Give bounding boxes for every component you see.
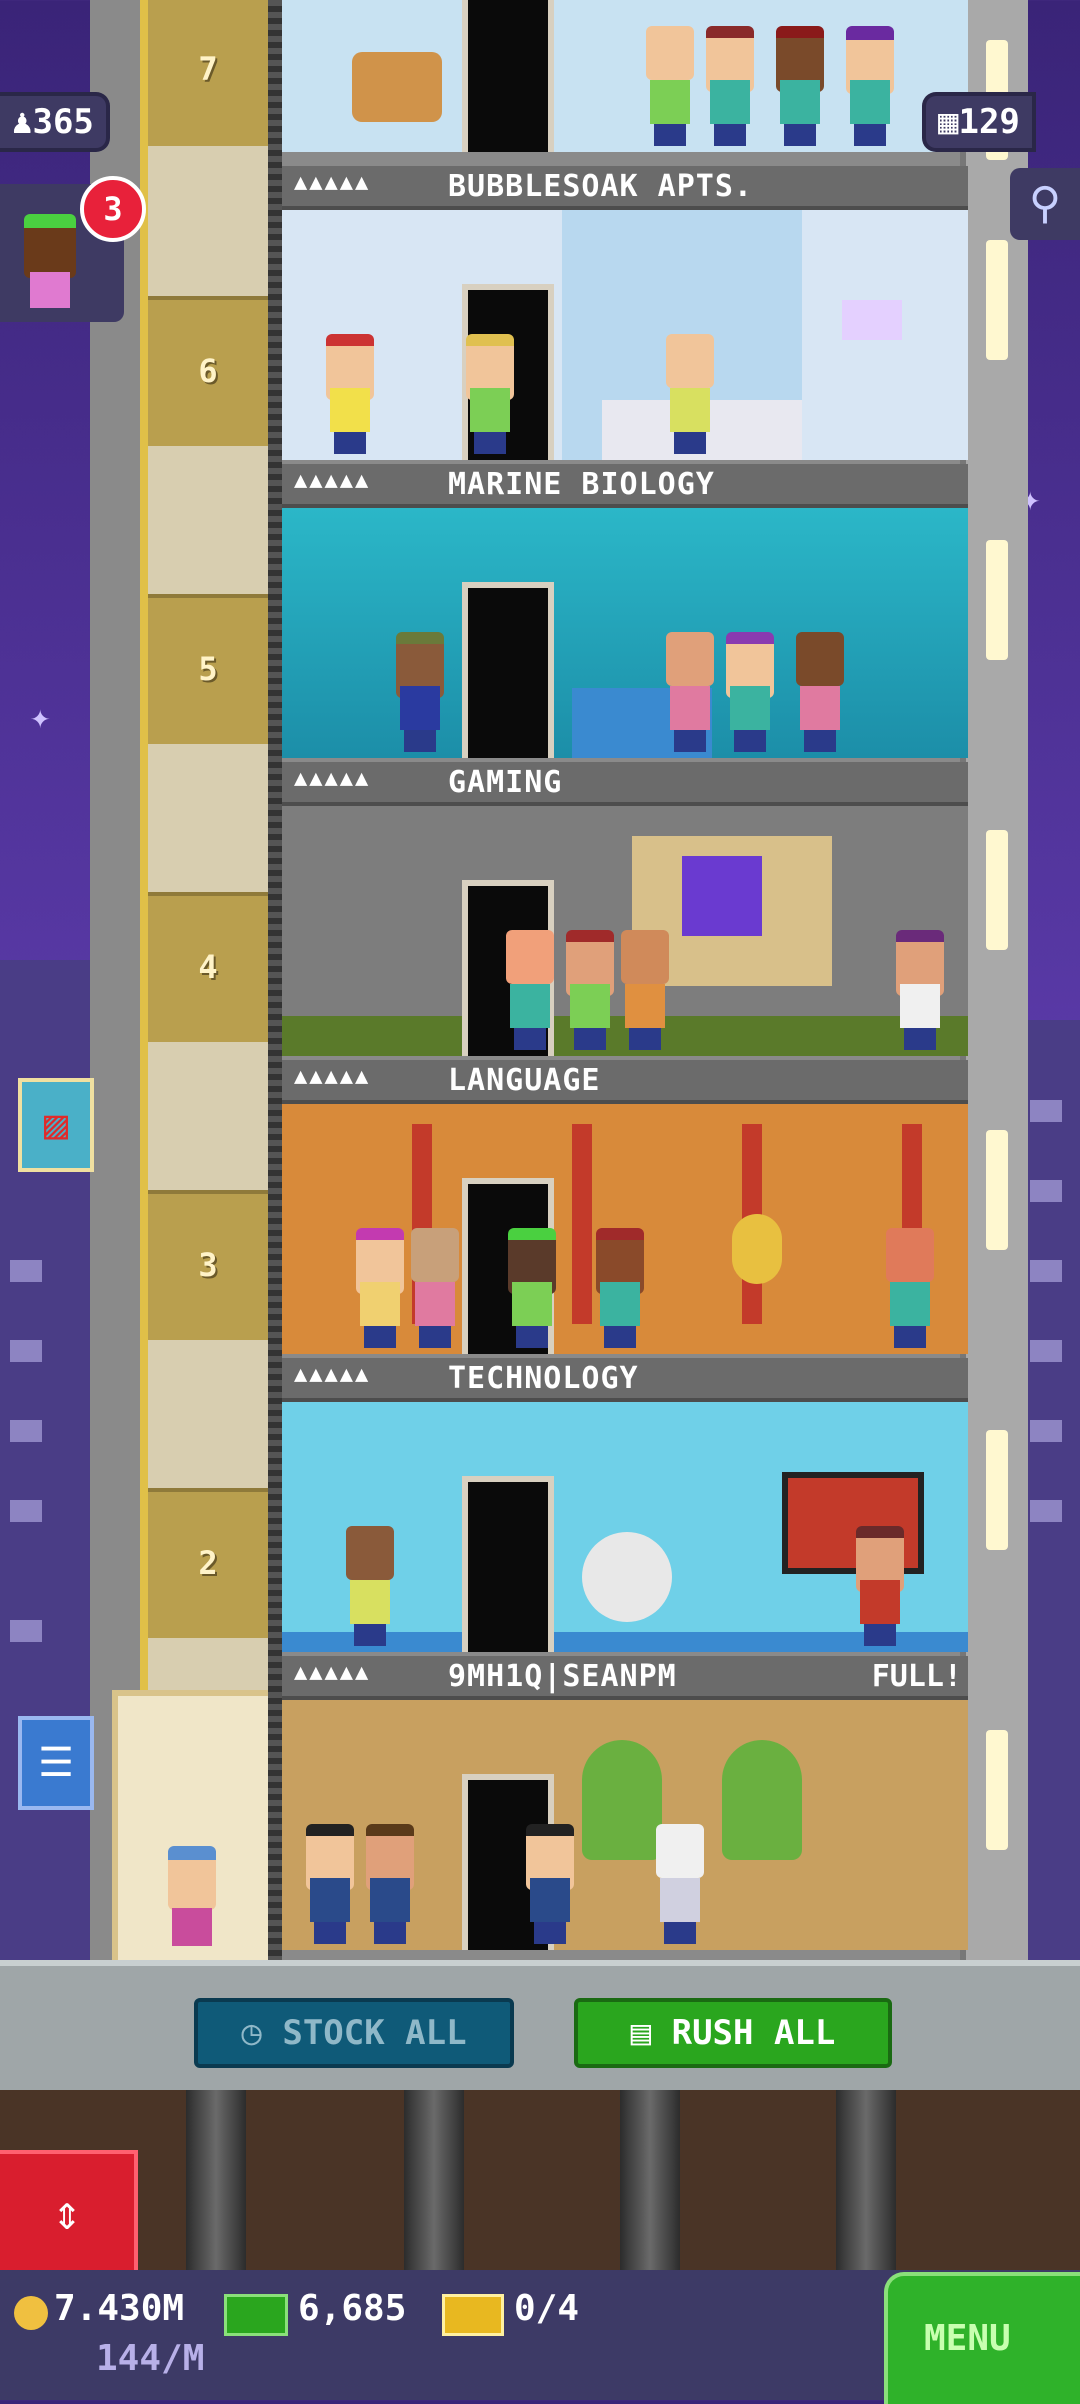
floor-bubblesoak-apts[interactable]: ▲▲▲▲▲ BUBBLESOAK APTS. (282, 166, 968, 464)
floor-name: GAMING (448, 765, 563, 800)
floor-number-6: 6 (198, 352, 218, 390)
elevator-shaft: 7 6 5 4 3 2 (140, 0, 276, 1960)
floor-door (462, 582, 554, 758)
floor-number-4: 4 (198, 948, 218, 986)
floor-header: ▲▲▲▲▲ MARINE BIOLOGY (282, 464, 968, 508)
floor-header: ▲▲▲▲▲ BUBBLESOAK APTS. (282, 166, 968, 210)
floor-stars: ▲▲▲▲▲ (294, 766, 371, 791)
portal-block (682, 856, 762, 936)
floor-header: ▲▲▲▲▲ LANGUAGE (282, 1060, 968, 1104)
population-counter[interactable]: ♟365 (0, 96, 106, 148)
floor-stars: ▲▲▲▲▲ (294, 170, 371, 195)
bux-balance: 6,685 (298, 2288, 407, 2329)
bux-icon (224, 2294, 288, 2336)
building-icon: ▦ (938, 102, 959, 142)
action-bar: ◷ STOCK ALL ▤ RUSH ALL (0, 1960, 1080, 2096)
floor-number-2: 2 (198, 1544, 218, 1582)
elevator-cable-rail (268, 0, 282, 1960)
floor-header: ▲▲▲▲▲ GAMING (282, 762, 968, 806)
basement-pipe (836, 2090, 896, 2270)
basement (0, 2090, 1080, 2270)
floor-door (462, 0, 554, 152)
floor-header: ▲▲▲▲▲ 9MH1Q|SEANPM FULL! (282, 1656, 968, 1700)
floor-header: ▲▲▲▲▲ TECHNOLOGY (282, 1358, 968, 1402)
floor-name: TECHNOLOGY (448, 1361, 639, 1396)
potted-palm (722, 1740, 802, 1860)
bux-icon: ▤ (630, 2013, 652, 2053)
floor-number-5: 5 (198, 650, 218, 688)
basement-pipe (620, 2090, 680, 2270)
floor-stars: ▲▲▲▲▲ (294, 468, 371, 493)
floor-language[interactable]: ▲▲▲▲▲ LANGUAGE (282, 1060, 968, 1358)
floor-stars: ▲▲▲▲▲ (294, 1064, 371, 1089)
floor-full-label: FULL! (871, 1659, 962, 1694)
rush-all-label: RUSH ALL (671, 2013, 836, 2053)
floor-stars: ▲▲▲▲▲ (294, 1362, 371, 1387)
coin-icon (14, 2296, 48, 2330)
population-icon: ♟ (12, 102, 33, 142)
floor-stars: ▲▲▲▲▲ (294, 1660, 371, 1685)
stock-all-label: STOCK ALL (282, 2013, 467, 2053)
floor-name: 9MH1Q|SEANPM (448, 1659, 677, 1694)
ticket-icon (442, 2294, 504, 2336)
tower-right-pillar (960, 0, 1028, 1960)
clock-icon: ◷ (241, 2013, 262, 2053)
bottom-status-bar: 7.430M 144/M 6,685 0/4 MENU (0, 2270, 1080, 2404)
floor-counter[interactable]: ▦129 (926, 96, 1032, 148)
floor-top-residential[interactable] (282, 0, 968, 152)
floor-number-7: 7 (198, 50, 218, 88)
ticket-count: 0/4 (514, 2288, 580, 2329)
golden-mirror (732, 1214, 782, 1284)
basement-pipe (404, 2090, 464, 2270)
floor-technology[interactable]: ▲▲▲▲▲ TECHNOLOGY (282, 1358, 968, 1656)
coin-balance: 7.430M (54, 2288, 185, 2329)
up-down-arrows-icon: ⇕ (52, 2185, 82, 2241)
fries-icon[interactable]: ▨ (18, 1078, 94, 1172)
floor-name: MARINE BIOLOGY (448, 467, 715, 502)
sofa (352, 52, 442, 122)
floor-player-lobby[interactable]: ▲▲▲▲▲ 9MH1Q|SEANPM FULL! (282, 1656, 968, 1954)
elevator-car[interactable] (112, 1690, 274, 1966)
visitor-avatar (24, 214, 76, 310)
notification-badge: 3 (80, 176, 146, 242)
population-value: 365 (32, 102, 94, 142)
menu-button[interactable]: MENU (884, 2272, 1080, 2404)
coin-rate: 144/M (96, 2338, 205, 2379)
floor-number-3: 3 (198, 1246, 218, 1284)
magnifier-icon: ⚲ (1028, 178, 1062, 229)
rush-all-button[interactable]: ▤ RUSH ALL (574, 1998, 892, 2068)
elevator-control-button[interactable]: ⇕ (0, 2150, 138, 2278)
document-icon[interactable]: ☰ (18, 1716, 94, 1810)
potted-palm (582, 1740, 662, 1860)
floor-marine-biology[interactable]: ▲▲▲▲▲ MARINE BIOLOGY (282, 464, 968, 762)
lamp (842, 300, 902, 340)
floor-name: BUBBLESOAK APTS. (448, 169, 753, 204)
floor-gaming[interactable]: ▲▲▲▲▲ GAMING (282, 762, 968, 1060)
basement-pipe (186, 2090, 246, 2270)
floor-door (462, 1476, 554, 1652)
floor-count-value: 129 (958, 102, 1020, 142)
search-button[interactable]: ⚲ (1010, 168, 1080, 240)
elevator-rider (164, 1846, 220, 1946)
egg-chair (582, 1532, 672, 1622)
stock-all-button[interactable]: ◷ STOCK ALL (194, 1998, 514, 2068)
menu-label: MENU (924, 2318, 1011, 2359)
floor-name: LANGUAGE (448, 1063, 601, 1098)
sky-star: ✦ (30, 697, 51, 737)
